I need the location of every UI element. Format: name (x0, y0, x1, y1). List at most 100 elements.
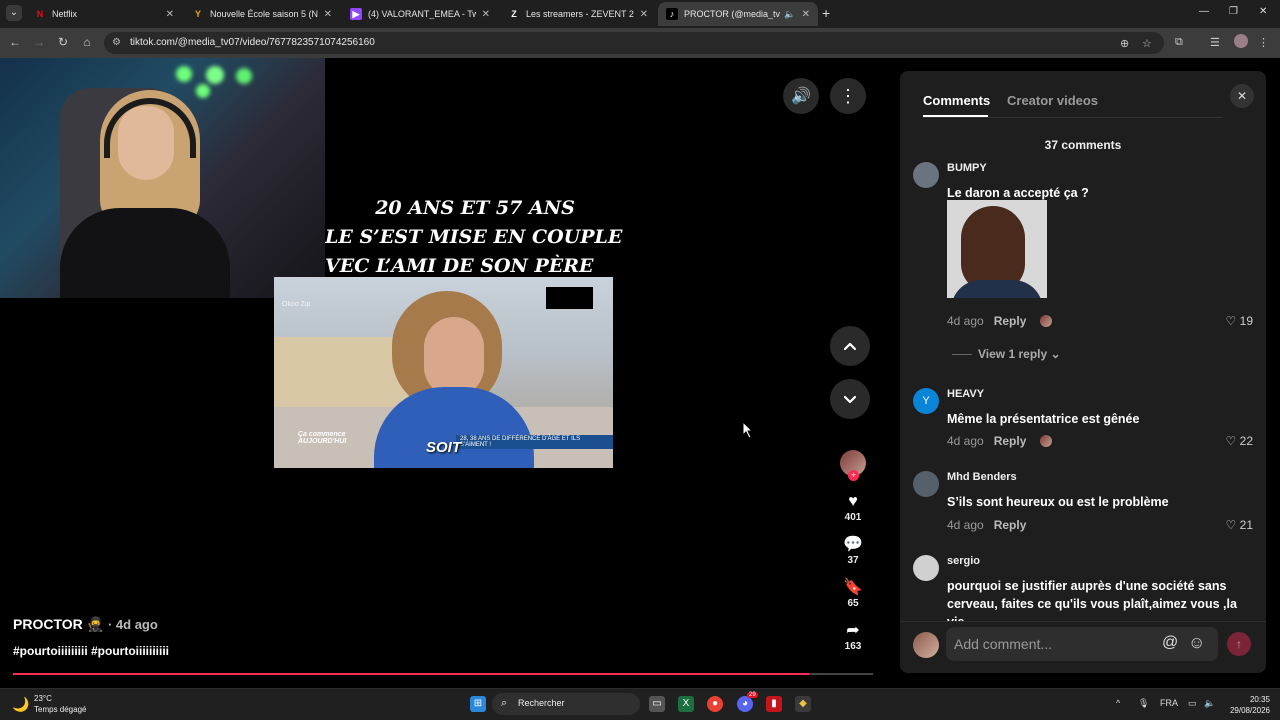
site-favicon-icon: Y (194, 9, 201, 19)
bookmark-star-icon[interactable]: ☆ (1142, 37, 1152, 50)
back-arrow-icon[interactable]: ← (7, 35, 23, 49)
comment-like[interactable]: ♡ 22 (1226, 434, 1253, 448)
comment-like[interactable]: ♡ 19 (1226, 314, 1253, 328)
system-clock[interactable]: 20:35 29/08/2026 (1218, 694, 1270, 716)
excel-icon[interactable]: X (678, 696, 694, 712)
comment-input-row: @ ☺ ↑ (900, 621, 1266, 673)
tray-chevron-up-icon[interactable]: ^ (1116, 698, 1120, 708)
reply-button[interactable]: Reply (994, 434, 1027, 448)
creator-liked-avatar (1040, 435, 1053, 447)
tab-zevent[interactable]: Z Les streamers - ZEVENT 2026 ✕ (500, 2, 656, 26)
tab-creator-videos[interactable]: Creator videos (1007, 93, 1098, 108)
heart-outline-icon[interactable]: ♡ (1226, 314, 1237, 328)
share-action[interactable]: ➦ 163 (836, 621, 870, 652)
comment-username[interactable]: HEAVY (947, 388, 984, 400)
comment-item: Mhd Benders S’ils sont heureux ou est le… (913, 471, 1253, 532)
comment-bubble-icon[interactable]: 💬 (836, 535, 870, 555)
reply-button[interactable]: Reply (994, 314, 1027, 328)
address-bar[interactable]: ⚙ tiktok.com/@media_tv07/video/767782357… (104, 32, 1164, 54)
video-hashtags[interactable]: #pourtoiiiiiiiii #pourtoiiiiiiiiii (13, 644, 169, 658)
chevron-down-icon: ⌄ (1050, 347, 1061, 361)
bookmark-icon[interactable]: 🔖 (836, 578, 870, 598)
weather-widget[interactable]: 23°C Temps dégagé (34, 693, 86, 715)
comment-image[interactable] (947, 200, 1047, 298)
site-info-icon[interactable]: ⚙ (112, 37, 121, 48)
close-tab-icon[interactable]: ✕ (482, 9, 490, 20)
tab-twitch[interactable]: ▶ (4) VALORANT_EMEA - Twitch ✕ (342, 2, 498, 26)
red-app-icon[interactable]: ▮ (766, 696, 782, 712)
twitch-favicon-icon: ▶ (350, 8, 362, 20)
avatar[interactable]: Y (913, 388, 939, 414)
comment-meta: 4d ago Reply (947, 518, 1026, 532)
browser-menu-icon[interactable]: ⋮ (1258, 36, 1269, 49)
green-light-decor (206, 66, 224, 84)
tab-search-chevron-icon[interactable]: ⌄ (6, 5, 22, 21)
home-icon[interactable]: ⌂ (79, 35, 95, 49)
comment-username[interactable]: BUMPY (947, 162, 987, 174)
video-author[interactable]: PROCTOR 🥷 · 4d ago (13, 616, 158, 633)
tab-comments[interactable]: Comments (923, 93, 990, 108)
tab-divider (923, 117, 1223, 118)
taskbar-search[interactable]: ⌕ Rechercher (492, 693, 640, 715)
share-arrow-icon[interactable]: ➦ (836, 621, 870, 641)
previous-video-button[interactable] (830, 326, 870, 366)
heart-outline-icon[interactable]: ♡ (1226, 434, 1237, 448)
zevent-favicon-icon: Z (511, 9, 517, 19)
heart-icon[interactable]: ♥ (836, 492, 870, 512)
avatar[interactable] (913, 471, 939, 497)
close-tab-icon[interactable]: ✕ (640, 9, 648, 20)
tab-nouvelle-ecole[interactable]: Y Nouvelle École saison 5 (Netfli ✕ (184, 2, 340, 26)
volume-button[interactable]: 🔊 (783, 78, 819, 114)
tab-tiktok[interactable]: ♪ PROCTOR (@media_tv0 🔈 ✕ (658, 2, 818, 26)
comment-text: Même la présentatrice est gênée (947, 412, 1140, 426)
avatar[interactable] (913, 555, 939, 581)
restore-icon[interactable]: ❐ (1229, 6, 1238, 17)
window-close-icon[interactable]: ✕ (1259, 6, 1267, 17)
emoji-icon[interactable]: ☺ (1188, 633, 1205, 653)
forward-arrow-icon[interactable]: → (31, 35, 47, 49)
follow-plus-icon[interactable]: + (848, 470, 859, 481)
network-icon[interactable]: ▭ (1188, 698, 1197, 709)
view-replies-button[interactable]: View 1 reply ⌄ (952, 347, 1061, 361)
volume-tray-icon[interactable]: 🔈 (1204, 698, 1215, 709)
reload-icon[interactable]: ↻ (55, 35, 71, 49)
close-tab-icon[interactable]: ✕ (324, 9, 332, 20)
language-indicator[interactable]: FRA (1160, 698, 1178, 708)
tab-netflix[interactable]: N Netflix ✕ (26, 2, 182, 26)
extensions-icon[interactable]: ⧉ (1175, 36, 1183, 49)
video-player[interactable]: 20 ANS ET 57 ANS LE S’EST MISE EN COUPLE… (0, 58, 900, 683)
task-view-icon[interactable]: ▭ (649, 696, 665, 712)
avatar[interactable] (913, 162, 939, 188)
audio-playing-icon[interactable]: 🔈 (784, 9, 795, 20)
comment-username[interactable]: Mhd Benders (947, 471, 1017, 483)
netflix-favicon-icon: N (36, 9, 44, 19)
chrome-icon[interactable]: ● (707, 696, 723, 712)
new-tab-plus-icon[interactable]: + (822, 5, 830, 21)
reply-button[interactable]: Reply (994, 518, 1027, 532)
url-text[interactable]: tiktok.com/@media_tv07/video/76778235710… (130, 37, 375, 48)
close-tab-icon[interactable]: ✕ (166, 9, 174, 20)
discord-icon[interactable]: ◕ (737, 696, 753, 712)
next-video-button[interactable] (830, 379, 870, 419)
yellow-app-icon[interactable]: ◆ (795, 696, 811, 712)
minimize-icon[interactable]: — (1199, 6, 1209, 17)
send-arrow-icon[interactable]: ↑ (1227, 632, 1251, 656)
comment-username[interactable]: sergio (947, 555, 980, 567)
heart-outline-icon[interactable]: ♡ (1226, 518, 1237, 532)
reading-list-icon[interactable]: ☰ (1210, 36, 1220, 49)
mention-at-icon[interactable]: @ (1162, 634, 1178, 652)
zoom-icon[interactable]: ⊕ (1120, 37, 1129, 50)
close-tab-icon[interactable]: ✕ (802, 9, 810, 20)
video-progress-bar[interactable] (13, 673, 873, 675)
windows-start-icon[interactable]: ⊞ (470, 696, 486, 712)
moon-weather-icon[interactable]: 🌙 (12, 696, 29, 713)
close-panel-icon[interactable]: ✕ (1230, 84, 1254, 108)
microphone-icon[interactable]: 🎙 (1138, 698, 1149, 709)
save-action[interactable]: 🔖 65 (836, 578, 870, 609)
comment-like[interactable]: ♡ 21 (1226, 518, 1253, 532)
profile-avatar[interactable] (1234, 34, 1248, 48)
author-name[interactable]: PROCTOR (13, 616, 83, 632)
like-action[interactable]: ♥ 401 (836, 492, 870, 523)
more-options-button[interactable]: ⋮ (830, 78, 866, 114)
comment-action[interactable]: 💬 37 (836, 535, 870, 566)
